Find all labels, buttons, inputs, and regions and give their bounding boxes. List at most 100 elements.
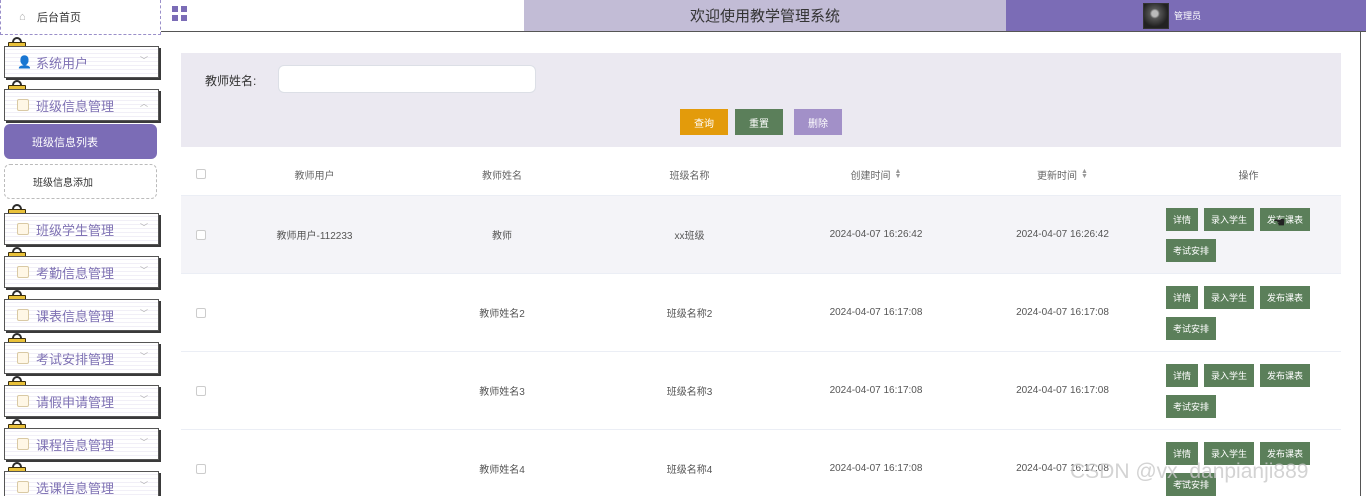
publish-timetable-button[interactable]: 发布课表 <box>1260 364 1311 387</box>
exam-schedule-button[interactable]: 考试安排 <box>1166 239 1217 262</box>
sidebar-item-leave[interactable]: 请假申请管理 ﹀ <box>4 385 159 417</box>
sidebar-item-label: 系统用户 <box>36 55 89 71</box>
publish-timetable-button[interactable]: 发布课表 <box>1260 286 1311 309</box>
cell-teacher-name: 教师 <box>492 231 512 242</box>
chevron-down-icon: ﹀ <box>140 56 148 65</box>
chevron-down-icon: ﹀ <box>140 438 148 447</box>
cell-teacher-name: 教师姓名2 <box>479 309 525 320</box>
cell-teacher-user <box>221 352 408 429</box>
row-actions: 详情 录入学生 发布课表 考试安排 <box>1166 208 1316 262</box>
cell-teacher-name: 教师姓名3 <box>479 387 525 398</box>
row-checkbox[interactable] <box>196 463 206 474</box>
detail-button[interactable]: 详情 <box>1166 286 1199 309</box>
column-header: 班级名称 <box>669 170 710 182</box>
user-icon: 👤 <box>17 55 32 69</box>
enroll-students-button[interactable]: 录入学生 <box>1204 208 1255 231</box>
cell-updated: 2024-04-07 16:26:42 <box>1016 229 1109 240</box>
sidebar-item-label: 后台首页 <box>37 12 81 24</box>
column-header-sortable[interactable]: 创建时间 ▲ ▼ <box>783 153 969 195</box>
chevron-down-icon: ﹀ <box>140 309 148 318</box>
folder-icon <box>17 438 29 450</box>
sidebar-item-label: 考勤信息管理 <box>36 265 115 281</box>
folder-icon <box>17 309 29 321</box>
row-checkbox[interactable] <box>196 385 206 396</box>
sidebar-subitem-class-list[interactable]: 班级信息列表 <box>4 124 157 159</box>
avatar <box>1143 2 1169 29</box>
sidebar-item-class-info[interactable]: 班级信息管理 ︿ <box>4 89 159 121</box>
cell-class-name: 班级名称3 <box>666 387 713 398</box>
detail-button[interactable]: 详情 <box>1166 364 1199 387</box>
enroll-students-button[interactable]: 录入学生 <box>1204 364 1255 387</box>
chevron-down-icon: ﹀ <box>140 481 148 490</box>
chevron-up-icon: ︿ <box>140 99 148 108</box>
folder-icon <box>17 395 29 407</box>
row-checkbox[interactable] <box>196 307 206 318</box>
teacher-name-label: 教师姓名: <box>205 74 257 88</box>
top-header: 欢迎使用教学管理系统 管理员 <box>161 0 1366 32</box>
cell-updated: 2024-04-07 16:17:08 <box>1016 307 1109 318</box>
folder-icon <box>17 99 29 111</box>
sidebar: ⌂ 后台首页 👤 系统用户 ﹀ 班级信息管理 ︿ 班级信息列表 班级信息添加 班… <box>0 0 161 496</box>
sidebar-subitem-label: 班级信息添加 <box>33 178 93 189</box>
hand-cursor-icon: ☚ <box>1273 214 1286 230</box>
home-icon: ⌂ <box>19 11 26 23</box>
sidebar-item-course-selection[interactable]: 选课信息管理 ﹀ <box>4 471 159 496</box>
page-title: 欢迎使用教学管理系统 <box>524 0 1006 31</box>
row-actions: 详情 录入学生 发布课表 考试安排 <box>1166 364 1316 418</box>
sidebar-item-class-students[interactable]: 班级学生管理 ﹀ <box>4 213 159 245</box>
column-header-sortable[interactable]: 更新时间 ▲ ▼ <box>969 153 1156 195</box>
folder-icon <box>17 223 29 235</box>
folder-icon <box>17 481 29 493</box>
column-header-label: 创建时间 <box>850 170 891 182</box>
sidebar-item-label: 班级信息管理 <box>36 98 115 114</box>
table-row: 教师姓名3 班级名称3 2024-04-07 16:17:08 2024-04-… <box>181 352 1341 430</box>
sort-icon[interactable]: ▲ ▼ <box>895 168 902 180</box>
column-header: 教师姓名 <box>482 170 522 182</box>
chevron-down-icon: ﹀ <box>140 395 148 404</box>
cell-teacher-user <box>221 274 408 351</box>
watermark: CSDN @vx_danpianji889 <box>1070 460 1309 483</box>
select-all-checkbox[interactable] <box>196 169 206 179</box>
cell-created: 2024-04-07 16:17:08 <box>829 463 923 474</box>
chevron-down-icon: ﹀ <box>140 352 148 361</box>
folder-icon <box>17 352 29 364</box>
table-header: 教师用户 教师姓名 班级名称 创建时间 ▲ ▼ 更新时间 ▲ ▼ 操作 <box>181 153 1341 196</box>
cell-class-name: 班级名称2 <box>666 309 713 320</box>
detail-button[interactable]: 详情 <box>1166 208 1199 231</box>
sidebar-item-exam[interactable]: 考试安排管理 ﹀ <box>4 342 159 374</box>
row-actions: 详情 录入学生 发布课表 考试安排 <box>1166 286 1316 340</box>
cell-teacher-user: 教师用户-112233 <box>276 231 353 242</box>
sidebar-item-label: 课程信息管理 <box>36 437 115 453</box>
sidebar-subitem-class-add[interactable]: 班级信息添加 <box>4 164 157 199</box>
teacher-name-input[interactable] <box>278 65 536 93</box>
exam-schedule-button[interactable]: 考试安排 <box>1166 317 1217 340</box>
chevron-down-icon: ﹀ <box>140 266 148 275</box>
sidebar-item-home[interactable]: ⌂ 后台首页 <box>0 0 161 35</box>
sidebar-item-system-users[interactable]: 👤 系统用户 ﹀ <box>4 46 159 78</box>
sidebar-item-label: 课表信息管理 <box>36 308 115 324</box>
cell-updated: 2024-04-07 16:17:08 <box>1016 385 1109 396</box>
sidebar-item-timetable[interactable]: 课表信息管理 ﹀ <box>4 299 159 331</box>
exam-schedule-button[interactable]: 考试安排 <box>1166 395 1217 418</box>
chevron-down-icon: ﹀ <box>140 223 148 232</box>
user-menu[interactable]: 管理员 <box>1006 0 1366 31</box>
row-checkbox[interactable] <box>196 229 206 240</box>
sidebar-item-label: 班级学生管理 <box>36 222 115 238</box>
enroll-students-button[interactable]: 录入学生 <box>1204 286 1255 309</box>
cell-teacher-name: 教师姓名4 <box>479 465 525 476</box>
sidebar-item-attendance[interactable]: 考勤信息管理 ﹀ <box>4 256 159 288</box>
sidebar-item-course[interactable]: 课程信息管理 ﹀ <box>4 428 159 460</box>
username: 管理员 <box>1174 11 1202 21</box>
sidebar-item-label: 选课信息管理 <box>36 480 115 496</box>
query-button[interactable]: 查询 <box>680 109 728 135</box>
search-panel: 教师姓名: 查询 重置 删除 <box>181 53 1341 147</box>
sidebar-subitem-label: 班级信息列表 <box>32 136 98 149</box>
sort-icon[interactable]: ▲ ▼ <box>1081 168 1088 180</box>
cell-created: 2024-04-07 16:26:42 <box>829 229 923 240</box>
class-info-table: 教师用户 教师姓名 班级名称 创建时间 ▲ ▼ 更新时间 ▲ ▼ 操作 教师用户-112… <box>181 153 1341 496</box>
delete-button[interactable]: 删除 <box>794 109 842 135</box>
sidebar-item-label: 考试安排管理 <box>36 351 115 367</box>
column-header-label: 更新时间 <box>1037 170 1078 182</box>
reset-button[interactable]: 重置 <box>735 109 783 135</box>
menu-grid-icon[interactable] <box>172 6 187 21</box>
